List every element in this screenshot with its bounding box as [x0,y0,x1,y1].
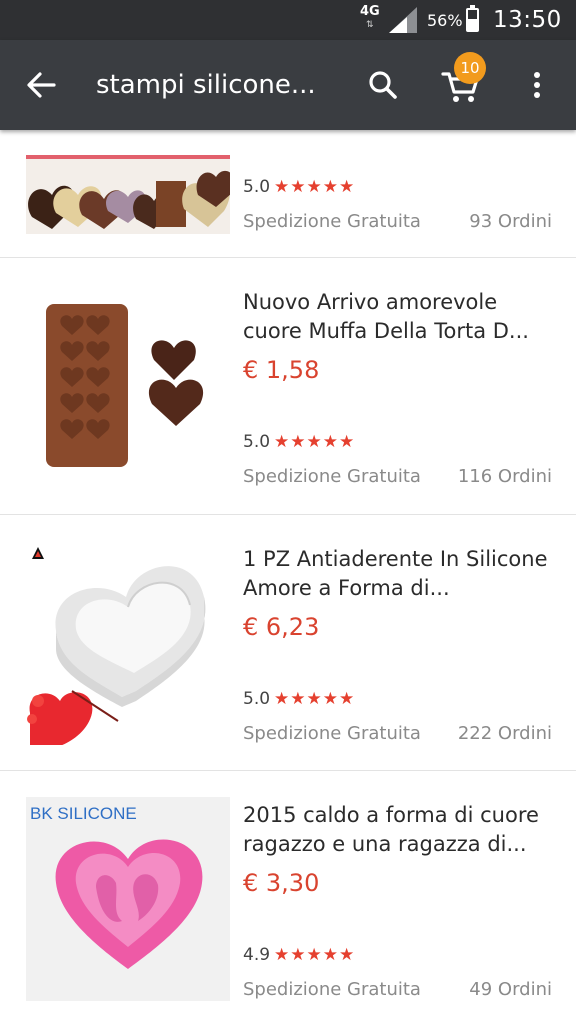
product-price: € 6,23 [243,613,320,641]
rating: 5.0 ★★★★★ [243,432,355,452]
product-price: € 3,30 [243,869,320,897]
more-vert-icon [534,72,540,98]
product-item[interactable]: BK SILICONE 2015 caldo a forma di cuore … [0,771,576,1024]
arrow-back-icon [27,72,56,98]
orders-count: 222 Ordini [457,723,552,744]
rating: 4.9 ★★★★★ [243,945,355,965]
star-rating-icon: ★★★★★ [274,432,356,452]
shipping-label: Spedizione Gratuita [243,211,421,232]
star-rating-icon: ★★★★★ [274,177,356,197]
product-item[interactable]: Nuovo Arrivo amorevole cuore Muffa Della… [0,258,576,515]
shipping-label: Spedizione Gratuita [243,466,421,487]
rating-value: 5.0 [243,432,271,452]
cart-count-badge: 10 [454,52,486,84]
brand-logo: BK SILICONE [30,804,137,823]
overflow-menu-button[interactable] [516,62,558,108]
heart-mold-image [26,284,230,488]
product-image[interactable] [26,155,230,234]
product-list: 5.0★★★★★ Spedizione Gratuita 93 Ordini [0,130,576,1024]
product-item[interactable]: 1 PZ Antiaderente In Silicone Amore a Fo… [0,515,576,771]
rating: 5.0 ★★★★★ [243,177,355,197]
product-item[interactable]: 5.0 ★★★★★ Spedizione Gratuita 93 Ordini [0,130,576,258]
rating: 5.0 ★★★★★ [243,689,355,709]
shipping-label: Spedizione Gratuita [243,979,421,1000]
battery-percent: 56% [427,11,463,30]
clock: 13:50 [493,7,562,33]
battery-icon [466,5,479,32]
search-icon [369,71,397,99]
product-title[interactable]: 1 PZ Antiaderente In Silicone Amore a Fo… [243,545,559,603]
status-bar: 4G ⇅ 56% 13:50 [0,0,576,40]
star-rating-icon: ★★★★★ [274,689,356,709]
orders-count: 93 Ordini [469,211,552,232]
product-image[interactable]: BK SILICONE [26,797,230,1001]
product-image[interactable] [26,284,230,488]
white-heart-mold-image [26,541,230,745]
back-button[interactable] [18,62,64,108]
product-title[interactable]: Nuovo Arrivo amorevole cuore Muffa Della… [243,288,559,346]
pink-heart-mold-image: BK SILICONE [26,797,230,1001]
star-rating-icon: ★★★★★ [274,945,356,965]
rating-value: 5.0 [243,689,271,709]
orders-count: 49 Ordini [469,979,552,1000]
product-price: € 1,58 [243,356,320,384]
battery-level [468,18,477,30]
shipping-label: Spedizione Gratuita [243,723,421,744]
app-bar: stampi silicone... 10 [0,40,576,130]
chocolate-hearts-image [26,155,230,234]
orders-count: 116 Ordini [457,466,552,487]
data-activity-icon: ⇅ [366,20,374,30]
search-query-title[interactable]: stampi silicone... [96,70,316,100]
product-image[interactable] [26,541,230,745]
search-button[interactable] [360,62,406,108]
signal-icon [389,7,417,33]
rating-value: 5.0 [243,177,271,197]
rating-value: 4.9 [243,945,271,965]
product-title[interactable]: 2015 caldo a forma di cuore ragazzo e un… [243,801,559,859]
network-type: 4G [360,4,380,19]
